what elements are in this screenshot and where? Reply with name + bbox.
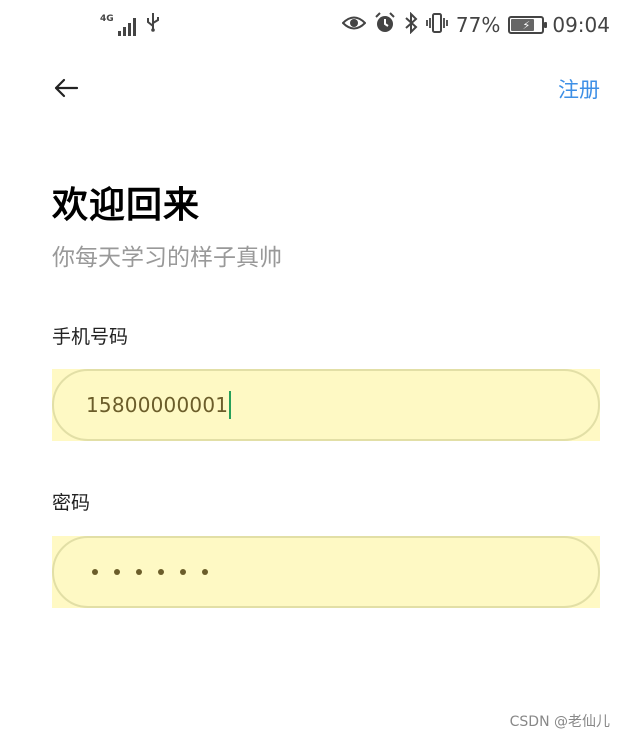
page-title: 欢迎回来 [52,185,201,226]
bluetooth-icon [404,11,418,39]
usb-icon [146,12,160,36]
phone-value: 15800000001 [86,393,229,417]
charging-bolt-icon: ⚡ [522,18,531,32]
page-subtitle: 你每天学习的样子真帅 [52,245,282,271]
phone-field[interactable]: 15800000001 [52,369,600,441]
vibrate-icon [426,12,448,39]
back-button[interactable] [48,70,84,106]
password-dot [136,569,142,575]
password-label: 密码 [52,492,91,514]
phone-input[interactable]: 15800000001 [52,369,600,441]
password-input[interactable] [52,536,600,608]
signal-icon [117,18,136,36]
password-dot [114,569,120,575]
status-bar: 4G 77% ⚡ 09:04 [0,0,624,50]
phone-label: 手机号码 [52,326,129,348]
battery-icon: ⚡ [508,16,548,34]
password-field[interactable] [52,536,600,608]
arrow-left-icon [54,78,79,98]
text-caret [229,391,232,419]
watermark: CSDN @老仙儿 [509,714,610,730]
eye-icon [341,14,367,37]
status-right: 77% ⚡ 09:04 [341,11,610,39]
battery-percent: 77% [455,13,501,37]
status-left: 4G [100,12,160,36]
register-link[interactable]: 注册 [558,74,600,104]
status-time: 09:04 [552,13,610,37]
password-dot [202,569,208,575]
network-type: 4G [100,14,114,24]
password-masked-value [86,569,208,575]
password-dot [158,569,164,575]
password-dot [92,569,98,575]
alarm-icon [374,11,396,39]
password-dot [180,569,186,575]
